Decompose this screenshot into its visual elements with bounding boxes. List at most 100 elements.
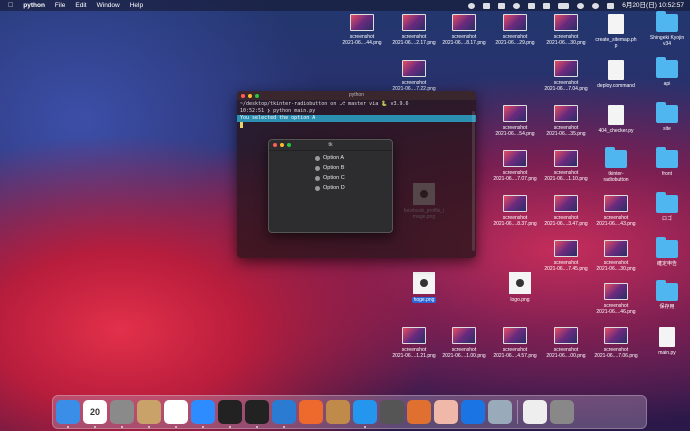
radio-circle-icon[interactable] — [315, 175, 320, 181]
chrome-icon[interactable] — [164, 400, 188, 428]
desktop-icon-folder[interactable]: 確定申告 — [640, 237, 690, 267]
close-button[interactable] — [241, 93, 245, 98]
desktop-icon-folder[interactable]: site — [640, 102, 690, 132]
radio-circle-icon[interactable] — [315, 155, 320, 161]
desktop-icon-file[interactable]: screenshot 2021-06....8.37.png — [488, 195, 542, 227]
desktop-icon-file[interactable]: screenshot 2021-06....7.45.png — [539, 240, 593, 272]
tk-titlebar[interactable]: tk — [269, 140, 392, 151]
desktop-icon-folder[interactable]: 保存用 — [640, 280, 690, 310]
clock[interactable]: 6月20日(日) 10:52:57 — [622, 0, 684, 11]
icon-label: front — [661, 171, 672, 177]
desktop-icon-file[interactable]: screenshot 2021-06....7.22.png — [387, 60, 441, 92]
remote-icon[interactable] — [461, 400, 485, 424]
image-thumbnail-icon — [604, 327, 628, 344]
desktop-icon-file[interactable]: screenshot 2021-06....4.57.png — [488, 327, 542, 359]
desktop-icon-file[interactable]: screenshot 2021-06....3.47.png — [539, 195, 593, 227]
desktop-icon-file[interactable]: 404_checker.py — [589, 105, 643, 134]
minimize-button[interactable] — [280, 143, 284, 147]
radio-circle-icon[interactable] — [315, 165, 320, 171]
desktop-icon-file[interactable]: screenshot 2021-06....1.21.png — [387, 327, 441, 359]
zoom-icon[interactable] — [191, 400, 215, 428]
vscode-icon[interactable] — [272, 400, 296, 428]
desktop-icon-file[interactable]: screenshot 2021-06....43.png — [589, 195, 643, 227]
desktop-icon-folder[interactable]: api — [640, 57, 690, 87]
tk-window[interactable]: tk Option A Option B Option C Option D — [268, 139, 393, 233]
menu-window[interactable]: Window — [97, 0, 120, 11]
minimize-button[interactable] — [248, 93, 252, 98]
desktop-icon-file[interactable]: screenshot 2021-06....2.17.png — [387, 14, 441, 46]
desktop-icon-file[interactable]: deploy.command — [589, 60, 643, 89]
menu-file[interactable]: File — [55, 0, 65, 11]
radio-label: Option B — [323, 165, 345, 171]
desktop-icon-file[interactable]: screenshot 2021-06....7.07.png — [488, 150, 542, 182]
desktop-icon-folder[interactable]: ロゴ — [640, 192, 690, 222]
desktop-icon-file[interactable]: screenshot 2021-06....8.17.png — [437, 14, 491, 46]
app-menu-python[interactable]: python — [23, 0, 45, 11]
zoom-button[interactable] — [287, 143, 291, 147]
desktop-icon-folder[interactable]: tkinter-radiobutton — [589, 147, 643, 183]
desktop-icon-file[interactable]: screenshot 2021-06....7.04.png — [539, 60, 593, 92]
file-icon[interactable] — [523, 400, 547, 424]
icon-label: api — [663, 81, 671, 87]
desktop-icon-file[interactable]: screenshot 2021-06....1.10.png — [539, 150, 593, 182]
desktop-icon-folder[interactable]: Shingeki Kyojin v34 — [640, 11, 690, 47]
slack-like-icon[interactable] — [299, 400, 323, 424]
sourcetree-icon[interactable] — [407, 400, 431, 424]
archive-icon[interactable] — [326, 400, 350, 424]
document-icon — [608, 60, 624, 80]
desktop-icon-file[interactable]: logo.png — [493, 272, 547, 303]
desktop-icon-file[interactable]: main.py — [640, 327, 690, 356]
radio-option-b[interactable]: Option B — [315, 163, 392, 173]
radio-option-a[interactable]: Option A — [315, 153, 392, 163]
desktop-icon-file[interactable]: screenshot 2021-06....44.png — [335, 14, 389, 46]
desktop-icon-file[interactable]: screenshot 2021-06....30.png — [589, 240, 643, 272]
terminal-titlebar[interactable]: python — [237, 91, 476, 100]
wifi-icon[interactable] — [577, 2, 585, 9]
screenshot-icon[interactable] — [488, 400, 512, 424]
contacts-icon[interactable] — [137, 400, 161, 428]
desktop-icon-file[interactable]: screenshot 2021-06....30.png — [539, 14, 593, 46]
desktop-icon-file[interactable]: hoge.png — [397, 272, 451, 303]
radio-option-c[interactable]: Option C — [315, 173, 392, 183]
menu-edit[interactable]: Edit — [75, 0, 86, 11]
desktop-icon-file[interactable]: screenshot 2021-06....54.png — [488, 105, 542, 137]
radio-circle-icon[interactable] — [315, 185, 320, 191]
desktop-icon-file[interactable]: screenshot 2021-06....1.00.png — [437, 327, 491, 359]
icon-label: ロゴ — [661, 216, 672, 222]
quicktime-icon[interactable] — [380, 400, 404, 424]
terminal-icon[interactable] — [245, 400, 269, 428]
search-icon[interactable] — [592, 2, 600, 9]
status-icon[interactable] — [483, 2, 491, 9]
apple-icon[interactable]:  — [8, 0, 13, 11]
icon-label: 404_checker.py — [598, 128, 634, 134]
control-center-icon[interactable] — [607, 2, 615, 9]
menu-help[interactable]: Help — [130, 0, 143, 11]
icon-label-2: 2021-06....44.png — [342, 40, 382, 46]
desktop-icon-file[interactable]: screenshot 2021-06....29.png — [488, 14, 542, 46]
radio-option-d[interactable]: Option D — [315, 183, 392, 193]
status-icon[interactable] — [528, 2, 536, 9]
status-icon[interactable] — [513, 2, 521, 9]
desktop-icon-file[interactable]: create_sitemap.ph p — [589, 14, 643, 49]
desktop-icon-file[interactable]: screenshot 2021-06....35.png — [539, 105, 593, 137]
battery-icon[interactable] — [558, 2, 570, 9]
bluetooth-icon[interactable] — [543, 2, 551, 9]
terminal-scrollbar[interactable] — [472, 111, 475, 251]
status-icon[interactable] — [468, 2, 476, 9]
desktop-icon-file[interactable]: screenshot 2021-06....00.png — [539, 327, 593, 359]
docker-icon[interactable] — [353, 400, 377, 428]
trash-icon[interactable] — [550, 400, 574, 424]
close-button[interactable] — [273, 143, 277, 147]
image-thumbnail-icon — [554, 327, 578, 344]
calendar-icon[interactable]: 20 — [83, 400, 107, 428]
desktop-icon-folder[interactable]: front — [640, 147, 690, 177]
desktop-icon-file[interactable]: screenshot 2021-06....46.png — [589, 283, 643, 315]
finder-icon[interactable] — [56, 400, 80, 428]
status-icon[interactable] — [498, 2, 506, 9]
system-preferences-icon[interactable] — [110, 400, 134, 428]
activity-monitor-icon[interactable] — [218, 400, 242, 428]
zoom-button[interactable] — [255, 93, 259, 98]
desktop-icon-file[interactable]: screenshot 2021-06....7.06.png — [589, 327, 643, 359]
logo-image-icon — [413, 272, 435, 294]
preview-icon[interactable] — [434, 400, 458, 424]
